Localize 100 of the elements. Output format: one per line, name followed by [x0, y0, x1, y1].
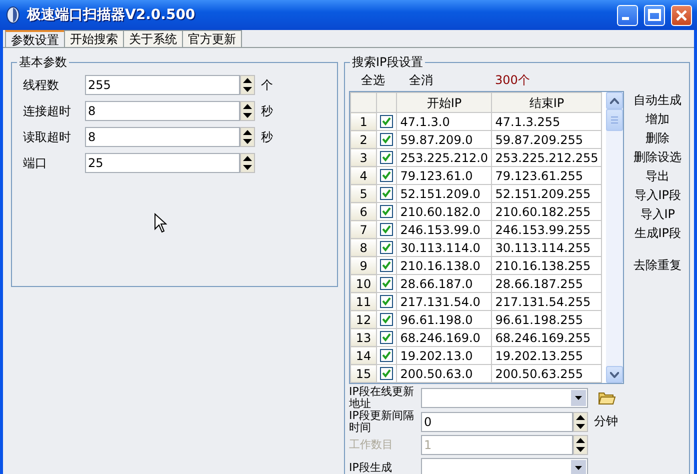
down-triangle-icon[interactable]	[243, 113, 252, 118]
checkbox[interactable]	[380, 241, 394, 254]
spin-button[interactable]	[240, 153, 255, 173]
checkbox[interactable]	[380, 349, 394, 362]
field-label: IP段更新间隔时间	[349, 410, 415, 434]
table-cell: 200.50.63.255	[492, 364, 602, 382]
down-triangle-icon[interactable]	[243, 139, 252, 144]
spin-button[interactable]	[240, 127, 255, 147]
action-button[interactable]: 导入IP	[630, 205, 685, 223]
checkbox[interactable]	[380, 295, 394, 308]
action-button[interactable]: 增加	[630, 110, 685, 128]
action-button[interactable]: 导出	[630, 167, 685, 185]
down-triangle-icon[interactable]	[576, 447, 585, 452]
table-cell: 96.61.198.0	[396, 310, 492, 328]
table-cell: 210.60.182.255	[492, 202, 602, 220]
dropdown-field[interactable]	[421, 388, 588, 408]
scroll-down-button[interactable]	[606, 366, 624, 383]
dropdown-field[interactable]	[421, 458, 588, 474]
table-cell: 217.131.54.255	[492, 292, 602, 310]
number-field[interactable]: 255	[85, 75, 240, 95]
number-field: 1	[421, 435, 573, 456]
table-cell: 47.1.3.0	[396, 112, 492, 130]
checkbox[interactable]	[380, 169, 394, 182]
up-triangle-icon[interactable]	[243, 78, 252, 83]
tab[interactable]: 关于系统	[123, 30, 183, 47]
tab[interactable]: 开始搜索	[64, 30, 124, 47]
checkbox[interactable]	[380, 277, 394, 290]
checkbox[interactable]	[380, 331, 394, 344]
table-cell: 59.87.209.255	[492, 130, 602, 148]
action-button[interactable]: 生成IP段	[630, 224, 685, 242]
checkbox[interactable]	[380, 187, 394, 200]
row-number: 13	[350, 328, 377, 346]
spin-button[interactable]	[240, 101, 255, 121]
scrollbar-thumb[interactable]	[606, 109, 624, 131]
table-cell: 253.225.212.0	[396, 148, 492, 166]
unit-label: 个	[261, 78, 273, 92]
checkbox[interactable]	[380, 133, 394, 146]
row-number: 14	[350, 346, 377, 364]
checkbox[interactable]	[380, 115, 394, 128]
action-button[interactable]: 删除	[630, 129, 685, 147]
field-label: IP段生成	[349, 462, 393, 474]
action-button[interactable]: 删除设选	[630, 148, 685, 166]
row-number: 2	[350, 130, 377, 148]
spin-button[interactable]	[573, 412, 588, 432]
up-triangle-icon[interactable]	[576, 414, 585, 420]
checkbox[interactable]	[380, 259, 394, 272]
group-title: 基本参数	[17, 55, 69, 69]
number-field[interactable]: 25	[85, 153, 240, 173]
deselect-all-button[interactable]: 全消	[409, 72, 433, 88]
down-triangle-icon[interactable]	[243, 87, 252, 92]
row-number: 11	[350, 292, 377, 310]
checkbox[interactable]	[380, 205, 394, 218]
number-field[interactable]: 8	[85, 101, 240, 121]
field-label: IP段在线更新地址	[349, 386, 415, 410]
row-number: 9	[350, 256, 377, 274]
checkbox[interactable]	[380, 313, 394, 326]
action-button[interactable]: 去除重复	[630, 256, 685, 274]
spin-button[interactable]	[240, 75, 255, 95]
down-triangle-icon[interactable]	[576, 424, 585, 429]
field-label: 端口	[23, 156, 48, 170]
window-title: 极速端口扫描器V2.0.500	[27, 6, 196, 24]
unit-label: 秒	[261, 130, 273, 144]
grip-icon[interactable]	[611, 116, 618, 124]
select-all-button[interactable]: 全选	[361, 72, 385, 88]
scroll-up-button[interactable]	[606, 92, 624, 109]
dropdown-arrow-icon[interactable]	[575, 396, 582, 400]
up-triangle-icon[interactable]	[243, 104, 252, 109]
down-chevron-icon[interactable]	[610, 372, 620, 378]
action-button[interactable]: 自动生成	[630, 91, 685, 109]
up-triangle-icon[interactable]	[243, 156, 252, 161]
folder-icon[interactable]	[598, 390, 616, 405]
table-cell: 47.1.3.255	[492, 112, 602, 130]
table-cell: 19.202.13.255	[492, 346, 602, 364]
row-number: 8	[350, 238, 377, 256]
down-triangle-icon[interactable]	[243, 165, 252, 170]
table-cell: 52.151.209.0	[396, 184, 492, 202]
table-cell: 19.202.13.0	[396, 346, 492, 364]
table-cell: 79.123.61.0	[396, 166, 492, 184]
column-header: 结束IP	[492, 92, 602, 112]
number-field[interactable]: 8	[85, 127, 240, 147]
number-field[interactable]: 0	[421, 412, 573, 432]
checkbox[interactable]	[380, 223, 394, 236]
up-chevron-icon[interactable]	[610, 98, 620, 104]
dropdown-arrow-icon[interactable]	[575, 466, 582, 470]
checkbox[interactable]	[380, 151, 394, 164]
table-cell: 59.87.209.0	[396, 130, 492, 148]
row-number: 3	[350, 148, 377, 166]
tab[interactable]: 参数设置	[5, 30, 65, 47]
row-number: 1	[350, 112, 377, 130]
tab[interactable]: 官方更新	[182, 30, 242, 47]
up-triangle-icon[interactable]	[576, 438, 585, 444]
unit-label: 分钟	[594, 414, 618, 429]
action-button[interactable]: 导入IP段	[630, 186, 685, 204]
column-header: 开始IP	[396, 92, 492, 112]
table-cell: 200.50.63.0	[396, 364, 492, 382]
spin-button[interactable]	[573, 435, 588, 456]
row-number: 12	[350, 310, 377, 328]
table-cell: 217.131.54.0	[396, 292, 492, 310]
checkbox[interactable]	[380, 367, 394, 380]
up-triangle-icon[interactable]	[243, 130, 252, 135]
